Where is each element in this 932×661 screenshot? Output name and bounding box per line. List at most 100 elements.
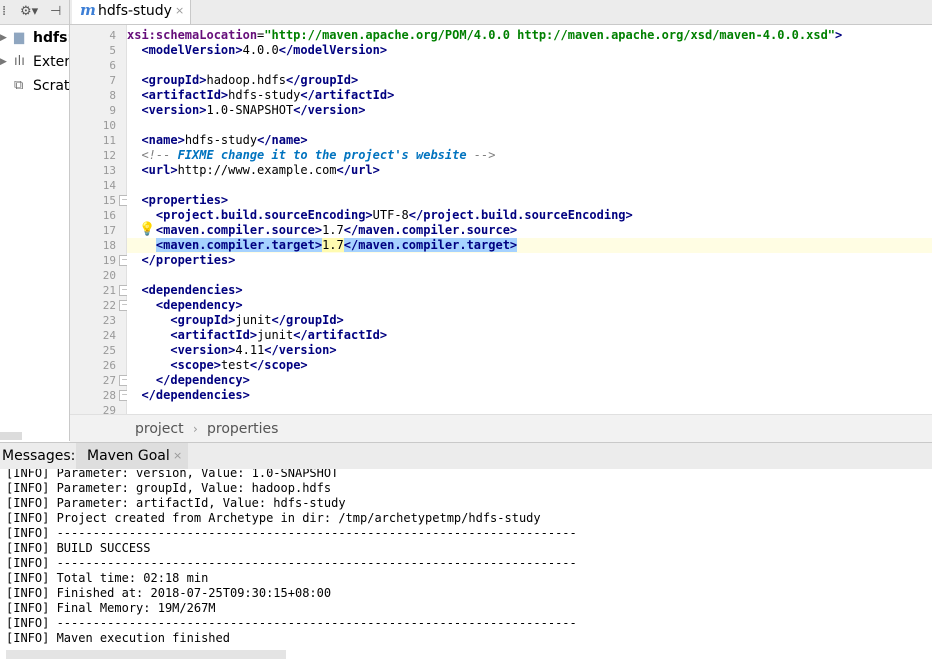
breadcrumb-item-properties[interactable]: properties (207, 421, 278, 437)
console-output[interactable]: [INFO] Parameter: version, Value: 1.0-SN… (0, 469, 932, 661)
code-token: </properties> (141, 253, 236, 267)
code-line: <version>4.11</version> (127, 343, 932, 358)
line-number: 25 (102, 344, 116, 357)
console-line: [INFO] Project created from Archetype in… (6, 511, 541, 525)
gear-icon[interactable]: ⚙▾ (20, 4, 38, 19)
code-token: http://www.example.com (177, 163, 337, 177)
code-line: xsi:schemaLocation="http://maven.apache.… (127, 28, 932, 43)
tree-item-label: Scrat (33, 78, 70, 94)
line-number: 16 (102, 209, 116, 222)
code-line: <dependencies> (127, 283, 932, 298)
code-line: <maven.compiler.source>1.7</maven.compil… (127, 223, 932, 238)
code-token: <maven.compiler.source> (155, 223, 323, 237)
line-number: 23 (102, 314, 116, 327)
code-token: hadoop.hdfs (206, 73, 286, 87)
tree-item-label: hdfs: (33, 30, 70, 46)
code-token: test (220, 358, 250, 372)
line-number: 17 (102, 224, 116, 237)
line-number: 15 (102, 194, 116, 207)
scratch-icon: ⧉ (14, 78, 24, 93)
code-token: FIXME change it to the project's website (177, 148, 467, 162)
code-token: junit (235, 313, 272, 327)
code-token: </groupId> (285, 73, 359, 87)
code-token: </version> (264, 343, 337, 357)
lightbulb-icon[interactable]: 💡 (139, 222, 155, 237)
code-token: <artifactId> (170, 328, 258, 342)
code-line: <maven.compiler.target>1.7</maven.compil… (127, 238, 932, 253)
code-token: </artifactId> (293, 328, 388, 342)
code-token: </modelVersion> (278, 43, 388, 57)
breadcrumb-item-project[interactable]: project (135, 421, 184, 437)
console-line: [INFO] Maven execution finished (6, 631, 230, 645)
code-line: <url>http://www.example.com</url> (127, 163, 932, 178)
console-line: [INFO] Parameter: groupId, Value: hadoop… (6, 481, 332, 495)
code-line: <version>1.0-SNAPSHOT</version> (127, 103, 932, 118)
code-token: 1.0-SNAPSHOT (206, 103, 294, 117)
code-line: <artifactId>junit</artifactId> (127, 328, 932, 343)
console-line: [INFO] ---------------------------------… (6, 616, 577, 630)
tab-hdfs-study[interactable]: m hdfs-study × (72, 0, 191, 24)
code-token: </maven.compiler.source> (343, 223, 518, 237)
code-token: hdfs-study (228, 88, 301, 102)
code-token: </scope> (249, 358, 308, 372)
close-icon[interactable]: × (175, 4, 184, 17)
line-number: 14 (102, 179, 116, 192)
project-panel: ⁞ ⚙▾ ⊣ ▶ ▆ hdfs: ▶ ılı Exter ⧉ Scrat (0, 0, 70, 441)
breadcrumb: project › properties (70, 414, 932, 442)
tree-item-label: Exter (33, 54, 70, 70)
code-token: </groupId> (271, 313, 344, 327)
code-token: <scope> (170, 358, 221, 372)
line-number: 11 (102, 134, 116, 147)
code-token: junit (257, 328, 294, 342)
code-line: <groupId>hadoop.hdfs</groupId> (127, 73, 932, 88)
expand-arrow-icon[interactable]: ▶ (0, 27, 7, 49)
tab-title: Maven Goal (87, 448, 170, 464)
project-toolbar: ⁞ ⚙▾ ⊣ (0, 0, 69, 25)
folder-icon: ▆ (14, 30, 24, 45)
code-line: <artifactId>hdfs-study</artifactId> (127, 88, 932, 103)
code-token: xsi:schemaLocation (127, 28, 258, 42)
horizontal-scrollbar[interactable] (6, 650, 286, 659)
code-token: </project.build.sourceEncoding> (408, 208, 633, 222)
code-line: <scope>test</scope> (127, 358, 932, 373)
code-token: <groupId> (141, 73, 207, 87)
code-line: <project.build.sourceEncoding>UTF-8</pro… (127, 208, 932, 223)
code-editor[interactable]: xsi:schemaLocation="http://maven.apache.… (127, 25, 932, 414)
console-line: [INFO] Final Memory: 19M/267M (6, 601, 216, 615)
horizontal-scrollbar[interactable] (0, 432, 22, 440)
line-number: 10 (102, 119, 116, 132)
close-icon[interactable]: × (173, 449, 182, 462)
code-token: 4.11 (235, 343, 265, 357)
console-line: [INFO] Finished at: 2018-07-25T09:30:15+… (6, 586, 332, 600)
expand-arrow-icon[interactable]: ▶ (0, 51, 7, 73)
line-number: 26 (102, 359, 116, 372)
code-token: 1.7 (322, 238, 344, 252)
maven-file-icon: m (80, 1, 96, 19)
console-line: [INFO] Total time: 02:18 min (6, 571, 209, 585)
console-line: [INFO] ---------------------------------… (6, 556, 577, 570)
tab-maven-goal[interactable]: Maven Goal × (76, 443, 188, 469)
code-line: <groupId>junit</groupId> (127, 313, 932, 328)
line-number: 21 (102, 284, 116, 297)
code-token: 4.0.0 (242, 43, 279, 57)
code-token: </url> (336, 163, 380, 177)
code-token: <version> (141, 103, 207, 117)
code-line: <properties> (127, 193, 932, 208)
code-token: <modelVersion> (141, 43, 243, 57)
line-number: 13 (102, 164, 116, 177)
collapse-icon[interactable]: ⊣ (50, 4, 61, 19)
console-line: [INFO] ---------------------------------… (6, 526, 577, 540)
